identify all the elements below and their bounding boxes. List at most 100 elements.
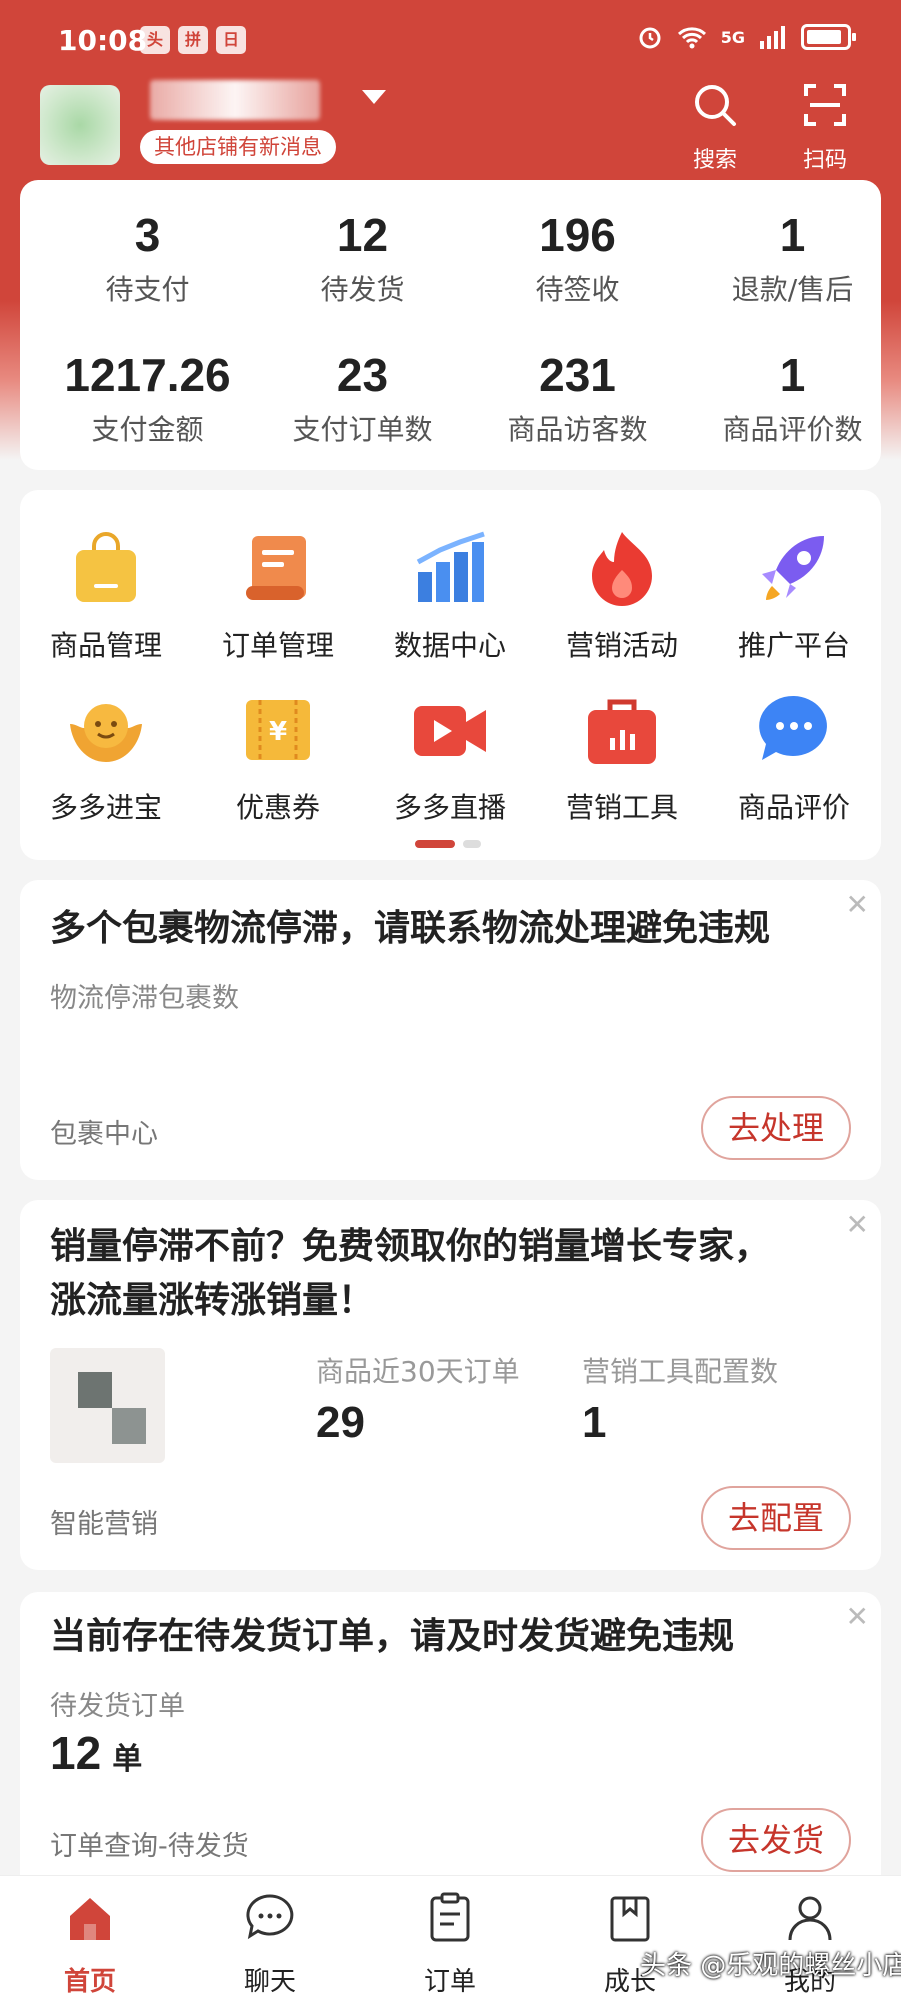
task-subtitle: 待发货订单 <box>50 1691 185 1722</box>
order-icon <box>430 1892 470 1942</box>
page-dot-active <box>415 840 455 848</box>
grid-label: 订单管理 <box>221 629 334 662</box>
grid-item-marketing-activity[interactable]: 营销活动 <box>536 528 708 664</box>
wifi-icon <box>677 27 706 49</box>
app-notification-icon: 日 <box>216 26 246 54</box>
task-card-sales-growth: ✕ 销量停滞不前？免费领取你的销量增长专家， 涨流量涨转涨销量！ 商品近30天订… <box>20 1200 881 1570</box>
nav-label: 聊天 <box>243 1967 296 1997</box>
scan-icon <box>804 84 846 126</box>
shop-avatar[interactable] <box>40 85 120 165</box>
close-icon[interactable]: ✕ <box>846 888 869 921</box>
pending-count-value: 12 <box>50 1727 102 1779</box>
grid-label: 多多直播 <box>393 791 506 824</box>
stat-pending-shipment[interactable]: 12 待发货 <box>255 208 470 308</box>
stat-value: 1217.26 <box>64 349 231 401</box>
stat-label: 支付金额 <box>91 413 204 446</box>
chevron-down-icon[interactable] <box>362 90 386 104</box>
scan-label: 扫码 <box>802 148 847 173</box>
grid-label: 多多进宝 <box>49 791 162 824</box>
stat-product-visitors[interactable]: 231 商品访客数 <box>470 348 685 448</box>
stat-paid-orders[interactable]: 23 支付订单数 <box>255 348 470 448</box>
status-indicators: 5G <box>637 24 856 50</box>
network-type: 5G <box>720 27 745 47</box>
shop-name-blurred[interactable] <box>150 80 320 120</box>
scan-button[interactable]: 扫码 <box>785 80 865 174</box>
stat-payment-amount[interactable]: 1217.26 支付金额 <box>40 348 255 448</box>
search-button[interactable]: 搜索 <box>675 80 755 174</box>
grid-item-duoduo-live[interactable]: 多多直播 <box>364 690 536 826</box>
grid-item-product-management[interactable]: 商品管理 <box>20 528 192 664</box>
task-title-line2: 涨流量涨转涨销量！ <box>50 1280 375 1321</box>
chat-bubble-icon <box>246 1894 294 1940</box>
close-icon[interactable]: ✕ <box>846 1208 869 1241</box>
stat-value: 1 <box>779 349 806 401</box>
nav-label: 首页 <box>63 1967 116 1997</box>
product-thumbnail <box>50 1348 165 1463</box>
stat-label: 待发货 <box>320 273 405 306</box>
search-icon <box>695 85 736 126</box>
user-icon <box>788 1896 832 1941</box>
bag-icon <box>76 532 136 602</box>
task-footer-link[interactable]: 智能营销 <box>50 1502 158 1541</box>
task-subtitle: 物流停滞包裹数 <box>50 983 239 1014</box>
toolbox-icon <box>588 699 656 764</box>
page-dot <box>463 840 481 848</box>
metric-value-tools: 1 <box>582 1398 607 1447</box>
page-indicator <box>415 840 481 848</box>
stat-refund-aftersale[interactable]: 1 退款/售后 <box>685 208 900 308</box>
task-card-logistics: ✕ 多个包裹物流停滞，请联系物流处理避免违规 物流停滞包裹数 包裹中心 去处理 <box>20 880 881 1180</box>
handle-button[interactable]: 去处理 <box>701 1096 851 1160</box>
watermark-text: 头条 @乐观的螺丝小店 <box>640 1951 901 1981</box>
close-icon[interactable]: ✕ <box>846 1600 869 1633</box>
other-shop-notice[interactable]: 其他店铺有新消息 <box>140 130 336 164</box>
nav-orders[interactable]: 订单 <box>390 1890 510 1998</box>
grid-item-promotion-platform[interactable]: 推广平台 <box>708 528 880 664</box>
nav-home[interactable]: 首页 <box>30 1890 150 1998</box>
status-app-icons: 头 拼 日 <box>140 26 246 54</box>
metric-value-orders: 29 <box>316 1398 365 1447</box>
status-time: 10:08 <box>58 24 148 57</box>
stat-value: 12 <box>336 209 389 261</box>
ingot-icon <box>70 704 142 762</box>
stat-label: 支付订单数 <box>292 413 433 446</box>
stat-label: 商品访客数 <box>507 413 648 446</box>
grid-item-duoduo-jinbao[interactable]: 多多进宝 <box>20 690 192 826</box>
configure-button[interactable]: 去配置 <box>701 1486 851 1550</box>
stat-pending-receipt[interactable]: 196 待签收 <box>470 208 685 308</box>
stat-label: 退款/售后 <box>731 273 854 306</box>
stat-label: 待签收 <box>535 273 620 306</box>
grid-label: 商品管理 <box>49 629 162 662</box>
search-label: 搜索 <box>692 148 737 173</box>
svg-text:¥: ¥ <box>269 717 287 747</box>
grid-item-marketing-tools[interactable]: 营销工具 <box>536 690 708 826</box>
task-card-pending-shipment: ✕ 当前存在待发货订单，请及时发货避免违规 待发货订单 12 单 订单查询-待发… <box>20 1592 881 1892</box>
task-title-line1: 销量停滞不前？免费领取你的销量增长专家， <box>50 1226 771 1267</box>
stat-value: 231 <box>539 349 616 401</box>
stat-value: 3 <box>134 209 161 261</box>
nav-chat[interactable]: 聊天 <box>210 1890 330 1998</box>
nav-label: 订单 <box>423 1967 476 1997</box>
grid-label: 商品评价 <box>737 791 850 824</box>
grid-item-product-reviews[interactable]: 商品评价 <box>708 690 880 826</box>
stat-pending-payment[interactable]: 3 待支付 <box>40 208 255 308</box>
app-notification-icon: 拼 <box>178 26 208 54</box>
stat-value: 23 <box>336 349 389 401</box>
alarm-icon <box>639 27 661 49</box>
metric-label-tools: 营销工具配置数 <box>582 1355 779 1388</box>
grid-item-order-management[interactable]: 订单管理 <box>192 528 364 664</box>
metric-label-orders: 商品近30天订单 <box>316 1355 520 1388</box>
grid-item-data-center[interactable]: 数据中心 <box>364 528 536 664</box>
task-footer-link[interactable]: 订单查询-待发货 <box>50 1824 249 1863</box>
stat-product-reviews[interactable]: 1 商品评价数 <box>685 348 900 448</box>
function-grid: 商品管理 订单管理 数据中心 营销活动 推广平台 多多进宝 ¥ 优惠券 多多直播… <box>20 490 881 860</box>
scroll-icon <box>246 536 306 600</box>
battery-icon <box>801 24 856 50</box>
grid-item-coupon[interactable]: ¥ 优惠券 <box>192 690 364 826</box>
rocket-icon <box>762 536 824 600</box>
grid-label: 数据中心 <box>393 629 506 662</box>
book-icon <box>610 1896 650 1942</box>
ship-button[interactable]: 去发货 <box>701 1808 851 1872</box>
chart-icon <box>416 531 485 602</box>
grid-label: 营销活动 <box>565 629 678 662</box>
task-footer-link[interactable]: 包裹中心 <box>50 1112 158 1151</box>
